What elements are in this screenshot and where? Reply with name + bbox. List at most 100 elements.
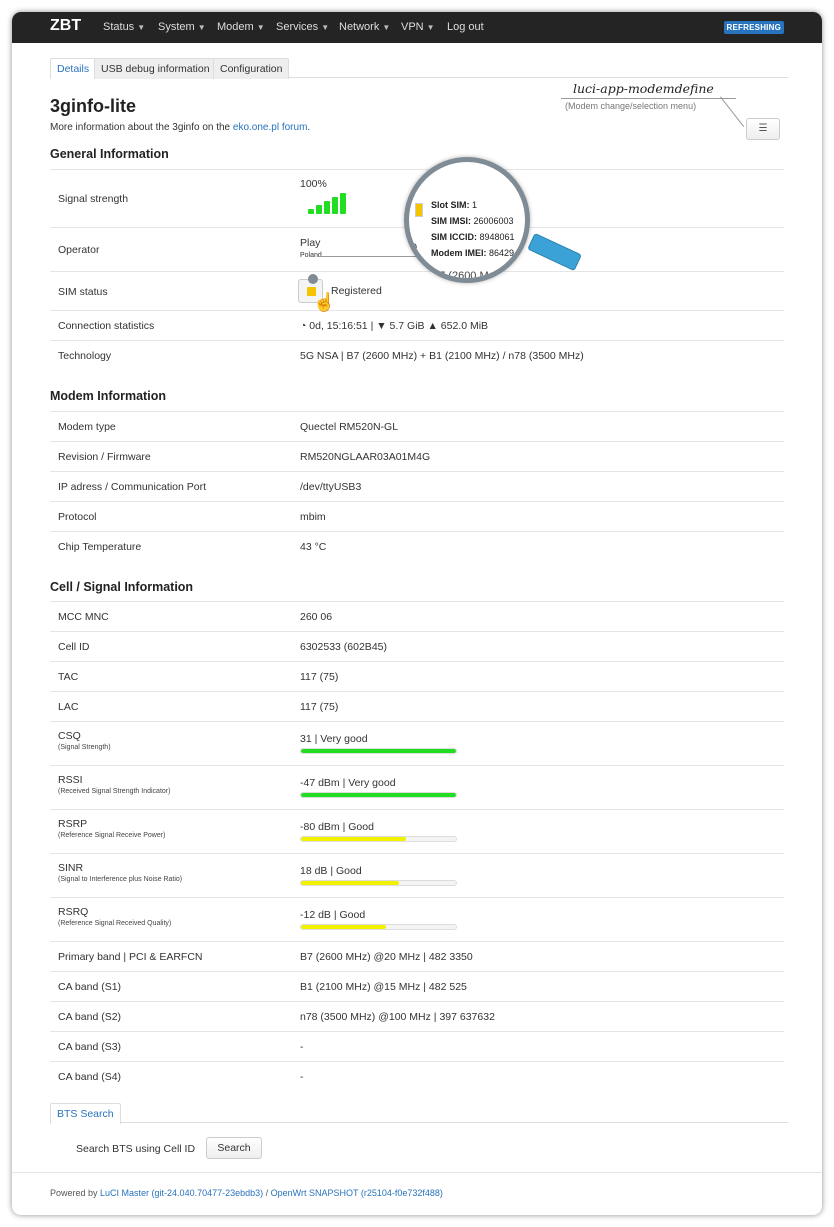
signal-meter-fill — [301, 925, 387, 929]
hamburger-icon: ☰ — [758, 123, 768, 134]
table-row: Modem type Quectel RM520N-GL — [50, 412, 784, 442]
footer-divider — [12, 1172, 822, 1173]
sim-slot-icon — [415, 203, 423, 217]
row-value: Quectel RM520N-GL — [300, 421, 399, 433]
row-value: - — [300, 1071, 304, 1083]
bts-tab-bar: BTS Search — [50, 1103, 788, 1124]
row-label: Revision / Firmware — [58, 451, 151, 463]
tab-bts-search[interactable]: BTS Search — [50, 1103, 121, 1124]
table-row: Protocol mbim — [50, 502, 784, 532]
meter-value-text: 31 | Very good — [300, 733, 368, 745]
table-row: LAC 117 (75) — [50, 692, 784, 722]
page-title: 3ginfo-lite — [50, 96, 136, 116]
connection-stats-value: ◔ 0d, 15:16:51 | ▼ 5.7 GiB ▲ 652.0 MiB — [300, 320, 488, 332]
magnified-key: SIM IMSI: — [431, 216, 471, 226]
table-row: CA band (S1) B1 (2100 MHz) @15 MHz | 482 … — [50, 972, 784, 1002]
bts-search-button[interactable]: Search — [206, 1137, 262, 1159]
nav-network-label: Network — [339, 21, 380, 33]
magnified-key: Slot SIM: — [431, 200, 470, 210]
operator-name: Play — [300, 237, 321, 249]
row-value: mbim — [300, 511, 326, 523]
nav-system[interactable]: System ▼ — [158, 21, 206, 33]
meter-value-text: 18 dB | Good — [300, 865, 362, 877]
signal-meter-fill — [301, 837, 407, 841]
bts-search-label: Search BTS using Cell ID — [76, 1143, 196, 1155]
row-label: CA band (S1) — [58, 981, 122, 993]
row-label: MCC MNC — [58, 611, 109, 623]
table-row: CA band (S2) n78 (3500 MHz) @100 MHz | 39… — [50, 1002, 784, 1032]
nav-vpn[interactable]: VPN ▼ — [401, 21, 435, 33]
row-label: IP adress / Communication Port — [58, 481, 207, 493]
annotation-underline — [561, 98, 736, 99]
magnified-sim-iccid: SIM ICCID: 8948061 — [431, 232, 515, 242]
magnified-sim-imsi: SIM IMSI: 26006003 — [431, 216, 514, 226]
meter-value: -47 dBm | Very good — [300, 777, 457, 798]
nav-services[interactable]: Services ▼ — [276, 21, 329, 33]
row-label: Cell ID — [58, 641, 90, 653]
meter-label-sub: (Reference Signal Received Quality) — [58, 920, 172, 927]
table-row: Primary band | PCI & EARFCN B7 (2600 MHz)… — [50, 942, 784, 972]
row-value: - — [300, 1041, 304, 1053]
row-label: Chip Temperature — [58, 541, 142, 553]
table-row: SINR (Signal to Interference plus Noise R… — [50, 854, 784, 898]
timer-icon: ◔ — [300, 320, 310, 332]
meter-label-text: RSRP — [58, 818, 88, 830]
table-row: IP adress / Communication Port/dev/ttyUS… — [50, 472, 784, 502]
row-value: 117 (75) — [300, 671, 339, 683]
meter-label: RSRQ (Reference Signal Received Quality) — [58, 906, 171, 927]
operator-label: Operator — [58, 244, 100, 256]
nav-logout[interactable]: Log out — [447, 21, 484, 33]
tab-details[interactable]: Details — [50, 58, 97, 79]
table-row: RSRP (Reference Signal Receive Power) -80 … — [50, 810, 784, 854]
row-value: n78 (3500 MHz) @100 MHz | 397 637632 — [300, 1011, 495, 1023]
chevron-down-icon: ▼ — [321, 23, 330, 32]
meter-value-text: -12 dB | Good — [300, 909, 366, 921]
footer-openwrt-link[interactable]: OpenWrt SNAPSHOT (r25104-f0e732f488) — [271, 1188, 443, 1198]
row-value: 6302533 (602B45) — [300, 641, 387, 653]
nav-network[interactable]: Network ▼ — [339, 21, 390, 33]
row-label: CA band (S2) — [58, 1011, 122, 1023]
chevron-down-icon: ▼ — [382, 23, 391, 32]
annotation-pointer — [720, 96, 745, 127]
refreshing-badge[interactable]: REFRESHING — [723, 21, 784, 34]
nav-status[interactable]: Status ▼ — [103, 21, 145, 33]
row-label: CA band (S4) — [58, 1071, 122, 1083]
nav-vpn-label: VPN — [401, 21, 424, 33]
meter-label-sub: (Signal Strength) — [58, 744, 111, 751]
footer: Powered by LuCI Master (git-24.040.70477… — [50, 1188, 443, 1198]
signal-meter-fill — [301, 881, 399, 885]
modem-menu-button[interactable]: ☰ — [746, 118, 780, 140]
footer-luci-link[interactable]: LuCI Master (git-24.040.70477-23ebdb3) — [100, 1188, 263, 1198]
nav-modem[interactable]: Modem ▼ — [217, 21, 265, 33]
magnifier-pointer-dot — [308, 274, 318, 284]
table-row: Chip Temperature 43 °C — [50, 532, 784, 562]
meter-value: 31 | Very good — [300, 733, 457, 754]
magnified-value: 26006003 — [471, 216, 514, 226]
meter-label-sub: (Reference Signal Receive Power) — [58, 832, 166, 839]
footer-separator: / — [263, 1188, 271, 1198]
meter-label-sub: (Signal to Interference plus Noise Ratio… — [58, 876, 183, 883]
table-row: CA band (S3) - — [50, 1032, 784, 1062]
annotation-subtitle: (Modem change/selection menu) — [565, 101, 697, 111]
meter-value: -80 dBm | Good — [300, 821, 457, 842]
tab-usb-debug[interactable]: USB debug information — [94, 58, 217, 79]
chevron-down-icon: ▼ — [197, 23, 206, 32]
tab-configuration[interactable]: Configuration — [213, 58, 290, 79]
connection-stats-text: 0d, 15:16:51 | ▼ 5.7 GiB ▲ 652.0 MiB — [309, 320, 489, 332]
table-row: Connection statistics ◔ 0d, 15:16:51 | ▼… — [50, 311, 784, 341]
forum-link[interactable]: eko.one.pl forum — [233, 122, 308, 133]
row-value: 43 °C — [300, 541, 327, 553]
app-window: ZBT Status ▼ System ▼ Modem ▼ Services ▼ Net… — [12, 12, 822, 1215]
top-navbar: ZBT Status ▼ System ▼ Modem ▼ Services ▼ Net… — [12, 12, 822, 43]
signal-meter-bar — [300, 792, 457, 798]
brand-logo[interactable]: ZBT — [50, 17, 81, 35]
section-cell-title: Cell / Signal Information — [50, 580, 194, 594]
connection-stats-label: Connection statistics — [58, 320, 155, 332]
tab-bar: Details USB debug information Configurat… — [50, 58, 788, 79]
magnified-slot-sim: Slot SIM: 1 — [431, 200, 477, 210]
technology-value: 5G NSA | B7 (2600 MHz) + B1 (2100 MHz) /… — [300, 350, 584, 362]
table-row: RSRQ (Reference Signal Received Quality) -… — [50, 898, 784, 942]
sim-status-label: SIM status — [58, 286, 108, 298]
table-row: Revision / Firmware RM520NGLAAR03A01M4G — [50, 442, 784, 472]
meter-value: 18 dB | Good — [300, 865, 457, 886]
